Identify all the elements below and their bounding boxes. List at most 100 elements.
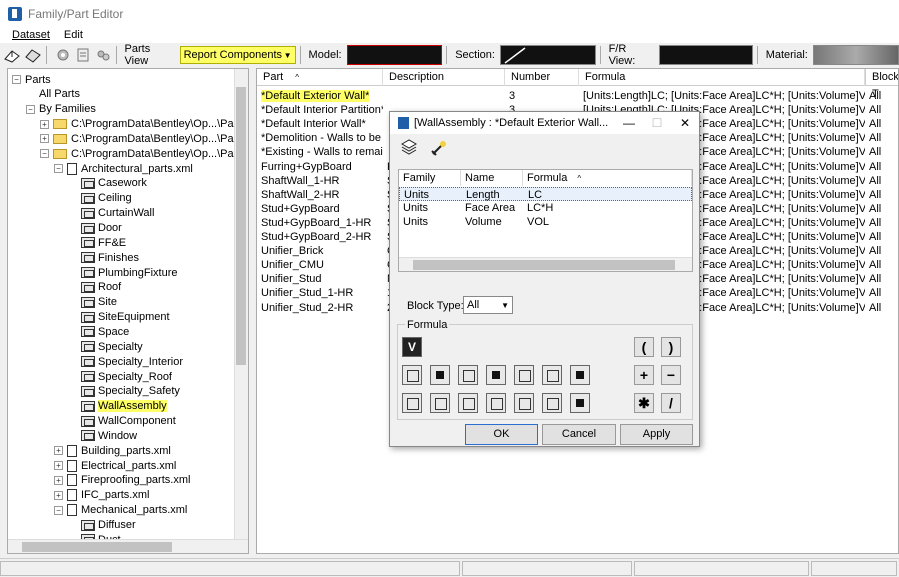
- close-paren-button[interactable]: ): [661, 337, 681, 357]
- column-header-block-type[interactable]: Block T: [865, 69, 898, 100]
- column-header-number[interactable]: Number: [505, 69, 579, 86]
- expand-icon[interactable]: +: [54, 490, 63, 500]
- tree-item[interactable]: Window: [81, 428, 137, 443]
- collapse-icon[interactable]: −: [54, 164, 63, 174]
- shape-symbol-icon[interactable]: [514, 393, 534, 413]
- material-preview[interactable]: [812, 45, 899, 65]
- tree-item[interactable]: Diffuser: [81, 518, 136, 533]
- ok-button[interactable]: OK: [465, 424, 538, 445]
- dialog-add-icon[interactable]: [400, 138, 418, 156]
- section-preview[interactable]: [499, 45, 596, 65]
- volume-variable-icon[interactable]: V: [402, 337, 422, 357]
- shape-symbol-icon[interactable]: [458, 393, 478, 413]
- shape-symbol-icon[interactable]: [430, 365, 450, 385]
- shape-symbol-icon[interactable]: [430, 393, 450, 413]
- expand-icon[interactable]: +: [40, 134, 49, 144]
- expand-icon[interactable]: +: [54, 475, 63, 485]
- shape-symbol-icon[interactable]: [486, 393, 506, 413]
- shape-symbol-icon[interactable]: [542, 393, 562, 413]
- open-part-icon[interactable]: [24, 47, 42, 63]
- maximize-button[interactable]: ☐: [643, 116, 671, 130]
- new-part-icon[interactable]: [3, 47, 21, 63]
- model-preview[interactable]: [346, 45, 443, 65]
- tree-item[interactable]: Finishes: [81, 250, 139, 265]
- tree-item[interactable]: Casework: [81, 176, 147, 191]
- tree-item[interactable]: WallAssembly: [81, 399, 167, 414]
- tree-item[interactable]: − Architectural_parts.xml: [54, 161, 193, 176]
- tree-scroll-thumb[interactable]: [236, 87, 246, 365]
- shape-symbol-icon[interactable]: [570, 365, 590, 385]
- shape-symbol-icon[interactable]: [542, 365, 562, 385]
- menu-dataset[interactable]: Dataset: [12, 29, 50, 41]
- tree-item[interactable]: Specialty: [81, 339, 143, 354]
- tree-hscroll-thumb[interactable]: [22, 542, 172, 552]
- column-header-part[interactable]: Part ^: [257, 69, 383, 86]
- dialog-col-name[interactable]: Name: [461, 170, 523, 186]
- expand-icon[interactable]: +: [54, 446, 63, 456]
- tree-horizontal-scrollbar[interactable]: [8, 539, 248, 553]
- tree-item[interactable]: − Parts: [12, 72, 51, 87]
- tree-item[interactable]: Space: [81, 324, 129, 339]
- plus-button[interactable]: +: [634, 365, 654, 385]
- tree-item[interactable]: Roof: [81, 280, 121, 295]
- shape-symbol-icon[interactable]: [458, 365, 478, 385]
- tree-item[interactable]: − C:\ProgramData\Bentley\Op...\Part\: [40, 146, 243, 161]
- tree-item[interactable]: All Parts: [39, 87, 80, 102]
- tree-item[interactable]: + Building_parts.xml: [54, 443, 171, 458]
- tree-item[interactable]: SiteEquipment: [81, 310, 170, 325]
- tree-item[interactable]: CurtainWall: [81, 206, 154, 221]
- tree-item[interactable]: + Electrical_parts.xml: [54, 458, 176, 473]
- dialog-col-formula[interactable]: Formula ^: [523, 170, 692, 186]
- shape-symbol-icon[interactable]: [486, 365, 506, 385]
- collapse-icon[interactable]: −: [40, 149, 49, 159]
- shape-symbol-icon[interactable]: [402, 365, 422, 385]
- block-type-dropdown[interactable]: All ▼: [463, 296, 513, 314]
- shape-symbol-icon[interactable]: [514, 365, 534, 385]
- formula-scroll-thumb[interactable]: [413, 260, 675, 270]
- multiply-button[interactable]: ✱: [634, 393, 654, 413]
- minimize-button[interactable]: —: [615, 116, 643, 130]
- tree-item[interactable]: Specialty_Interior: [81, 354, 183, 369]
- tree-item[interactable]: PlumbingFixture: [81, 265, 177, 280]
- properties-icon[interactable]: [74, 47, 91, 63]
- gear-icon[interactable]: [54, 47, 71, 63]
- formula-row[interactable]: Units Length LC: [399, 187, 692, 201]
- apply-button[interactable]: Apply: [620, 424, 693, 445]
- shape-symbol-icon[interactable]: [570, 393, 590, 413]
- tree-item[interactable]: Door: [81, 221, 122, 236]
- dialog-col-family[interactable]: Family: [399, 170, 461, 186]
- open-paren-button[interactable]: (: [634, 337, 654, 357]
- formula-row[interactable]: Units Volume VOL: [399, 215, 692, 229]
- tree-item[interactable]: Specialty_Roof: [81, 369, 172, 384]
- expand-icon[interactable]: +: [54, 461, 63, 471]
- tree-item[interactable]: FF&E: [81, 235, 126, 250]
- formula-list-scrollbar[interactable]: [399, 257, 692, 271]
- collapse-icon[interactable]: −: [26, 104, 35, 114]
- tree-item[interactable]: + C:\ProgramData\Bentley\Op...\Part\: [40, 131, 243, 146]
- tree-item[interactable]: + IFC_parts.xml: [54, 488, 149, 503]
- column-header-formula[interactable]: Formula: [579, 69, 865, 86]
- shape-symbol-icon[interactable]: [402, 393, 422, 413]
- formula-row[interactable]: Units Face Area LC*H: [399, 201, 692, 215]
- expand-icon[interactable]: +: [40, 119, 49, 129]
- tree-item[interactable]: Site: [81, 295, 117, 310]
- tree-item[interactable]: + Fireproofing_parts.xml: [54, 473, 190, 488]
- parts-view-dropdown[interactable]: Report Components ▼: [179, 46, 296, 64]
- cancel-button[interactable]: Cancel: [542, 424, 616, 445]
- tree-item[interactable]: − By Families: [26, 102, 96, 117]
- collapse-icon[interactable]: −: [12, 75, 21, 84]
- collapse-icon[interactable]: −: [54, 505, 63, 515]
- divide-button[interactable]: /: [661, 393, 681, 413]
- menu-edit[interactable]: Edit: [64, 29, 83, 41]
- dialog-delete-icon[interactable]: [430, 139, 448, 157]
- table-row[interactable]: *Default Exterior Wall* 3 [Units:Length]LC…: [257, 89, 898, 103]
- minus-button[interactable]: −: [661, 365, 681, 385]
- tree-vertical-scrollbar[interactable]: [234, 69, 248, 539]
- close-button[interactable]: ✕: [671, 116, 699, 130]
- fr-view-preview[interactable]: [658, 45, 753, 65]
- tree-item[interactable]: − Mechanical_parts.xml: [54, 503, 187, 518]
- tree-item[interactable]: Ceiling: [81, 191, 132, 206]
- tree-item[interactable]: + C:\ProgramData\Bentley\Op...\Part\: [40, 117, 243, 132]
- tree-item[interactable]: Specialty_Safety: [81, 384, 180, 399]
- tree-item[interactable]: WallComponent: [81, 414, 176, 429]
